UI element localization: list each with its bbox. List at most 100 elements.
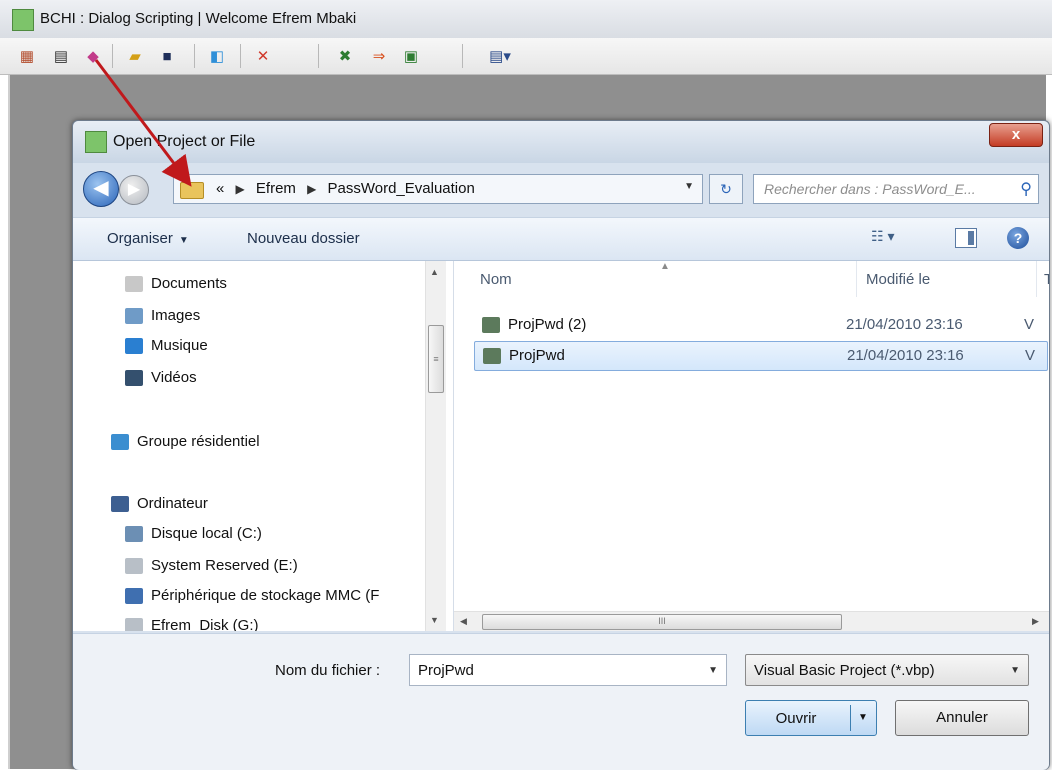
scroll-right-icon[interactable]: ▶ <box>1032 616 1039 627</box>
vb-project-icon <box>483 348 501 364</box>
open-options-dropdown-icon[interactable]: ▼ <box>850 705 875 731</box>
dialog-title: Open Project or File <box>113 133 256 150</box>
back-button[interactable]: ◀ <box>83 171 119 207</box>
images-icon <box>125 307 143 324</box>
navigation-pane: Documents Images Musique Vidéos Groupe résid… <box>73 261 454 631</box>
breadcrumb-password-evaluation[interactable]: PassWord_Evaluation <box>328 180 475 197</box>
app-title: BCHI : Dialog Scripting | Welcome Efrem … <box>40 10 357 27</box>
properties-icon[interactable]: ▤ <box>50 45 72 67</box>
settings-form-icon[interactable]: ▣ <box>400 45 422 67</box>
open-button-label: Ouvrir <box>775 710 817 727</box>
filename-dropdown-icon[interactable]: ▼ <box>708 665 718 676</box>
file-modified: 21/04/2010 23:16 <box>846 316 963 333</box>
nav-item-label: Efrem_Disk (G:) <box>151 617 259 631</box>
filetype-select[interactable]: Visual Basic Project (*.vbp) ▼ <box>745 654 1029 686</box>
filename-label: Nom du fichier : <box>275 662 381 679</box>
close-button[interactable]: x <box>989 123 1043 147</box>
address-dropdown-icon[interactable]: ▼ <box>684 181 694 192</box>
nav-item[interactable]: Ordinateur <box>111 495 208 512</box>
dialog-footer: Nom du fichier : ▼ Visual Basic Project … <box>73 633 1049 770</box>
file-row[interactable]: ProjPwd (2) 21/04/2010 23:16 V <box>474 311 1048 341</box>
file-name: ProjPwd <box>509 347 565 364</box>
toolbar-separator <box>240 44 241 68</box>
nav-item-label: Vidéos <box>151 369 197 386</box>
nav-item[interactable]: Images <box>125 307 200 324</box>
address-bar[interactable]: « ▶ Efrem ▶ PassWord_Evaluation ▼ <box>173 174 703 204</box>
dialog-app-icon <box>85 131 107 153</box>
column-divider[interactable] <box>856 261 857 297</box>
nav-scroll-thumb[interactable]: ≡ <box>428 325 444 393</box>
delete-icon[interactable]: ✕ <box>252 45 274 67</box>
filename-input[interactable] <box>410 655 706 685</box>
file-list-scrollbar[interactable]: ◀ III ▶ <box>454 611 1049 631</box>
nav-item-label: Disque local (C:) <box>151 525 262 542</box>
file-type: V <box>1025 347 1036 364</box>
homegroup-icon <box>111 433 129 450</box>
sort-ascending-icon: ▲ <box>660 261 670 272</box>
scroll-down-icon[interactable]: ▼ <box>430 615 439 625</box>
view-options-icon[interactable]: ☷ ▾ <box>871 228 907 248</box>
nav-item[interactable]: Périphérique de stockage MMC (F <box>125 587 379 604</box>
vb-project-icon <box>482 317 500 333</box>
documents-icon <box>125 275 143 292</box>
search-box[interactable]: Rechercher dans : PassWord_E... ⚲ <box>753 174 1039 204</box>
forward-button[interactable]: ▶ <box>119 175 149 205</box>
new-folder-button[interactable]: Nouveau dossier <box>247 230 360 247</box>
toolbar-separator <box>194 44 195 68</box>
forward-arrow-icon[interactable]: ⇒ <box>368 45 390 67</box>
exit-icon[interactable]: ◧ <box>206 45 228 67</box>
column-type[interactable]: T <box>1044 271 1049 288</box>
nav-item[interactable]: System Reserved (E:) <box>125 557 298 574</box>
scroll-left-icon[interactable]: ◀ <box>460 616 467 627</box>
nav-item-label: Périphérique de stockage MMC (F <box>151 587 380 604</box>
nav-item-label: Groupe résidentiel <box>137 433 260 450</box>
nav-item[interactable]: Efrem_Disk (G:) <box>125 617 259 631</box>
open-project-icon[interactable]: ◆ <box>82 45 104 67</box>
toolbar-separator <box>112 44 113 68</box>
app-logo-icon <box>12 9 34 31</box>
nav-item[interactable]: Documents <box>125 275 227 292</box>
refresh-button[interactable]: ↻ <box>709 174 743 204</box>
app-title-bar: BCHI : Dialog Scripting | Welcome Efrem … <box>0 0 1052 38</box>
organize-menu[interactable]: Organiser ▼ <box>107 230 189 247</box>
nav-scrollbar[interactable]: ▲ ≡ ▼ <box>425 261 446 631</box>
videos-icon <box>125 369 143 386</box>
nav-item[interactable]: Groupe résidentiel <box>111 433 260 450</box>
scroll-up-icon[interactable]: ▲ <box>430 267 439 277</box>
app-toolbar: ▦ ▤ ◆ ▰ ■ ◧ ✕ ✖ ⇒ ▣ ▤▾ <box>0 38 1052 75</box>
nav-item[interactable]: Musique <box>125 337 208 354</box>
column-modified[interactable]: Modifié le <box>866 271 930 288</box>
file-modified: 21/04/2010 23:16 <box>847 347 964 364</box>
cancel-button[interactable]: Annuler <box>895 700 1029 736</box>
filetype-dropdown-icon[interactable]: ▼ <box>1010 665 1020 676</box>
breadcrumb-efrem[interactable]: Efrem <box>256 180 296 197</box>
music-icon <box>125 337 143 354</box>
layout-dropdown-icon[interactable]: ▤▾ <box>478 45 522 67</box>
tools-icon[interactable]: ✖ <box>334 45 356 67</box>
command-bar: Organiser ▼ Nouveau dossier ☷ ▾ ? <box>73 217 1049 261</box>
breadcrumb-overflow[interactable]: « <box>216 180 224 197</box>
open-folder-icon[interactable]: ▰ <box>124 45 146 67</box>
new-form-icon[interactable]: ▦ <box>16 45 38 67</box>
local-disk-icon <box>125 525 143 542</box>
nav-item[interactable]: Vidéos <box>125 369 197 386</box>
filename-combo[interactable]: ▼ <box>409 654 727 686</box>
open-button[interactable]: Ouvrir ▼ <box>745 700 877 736</box>
toolbar-separator <box>318 44 319 68</box>
file-list-scroll-thumb[interactable]: III <box>482 614 842 630</box>
drive-icon <box>125 557 143 574</box>
open-file-dialog: Open Project or File x ◀ ▶ « ▶ Efrem ▶ P… <box>72 120 1050 770</box>
column-divider[interactable] <box>1036 261 1037 297</box>
file-row[interactable]: ProjPwd 21/04/2010 23:16 V <box>474 341 1048 371</box>
filetype-value: Visual Basic Project (*.vbp) <box>754 662 935 679</box>
nav-item[interactable]: Disque local (C:) <box>125 525 262 542</box>
nav-item-label: Musique <box>151 337 208 354</box>
help-icon[interactable]: ? <box>1007 227 1029 249</box>
preview-pane-icon[interactable] <box>955 228 977 248</box>
column-name[interactable]: Nom <box>480 271 512 288</box>
search-placeholder: Rechercher dans : PassWord_E... <box>764 181 976 197</box>
search-icon[interactable]: ⚲ <box>1020 179 1032 199</box>
nav-item-label: Documents <box>151 275 227 292</box>
nav-item-label: Images <box>151 307 201 324</box>
save-icon[interactable]: ■ <box>156 45 178 67</box>
